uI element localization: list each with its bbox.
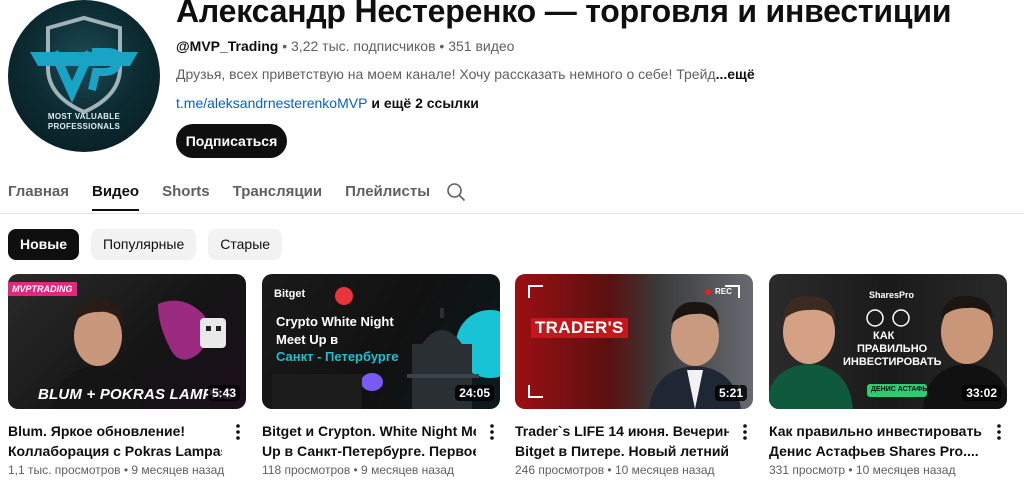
thumb-line3: Санкт - Петербурге (276, 349, 399, 364)
thumb-line1: Crypto White Night (276, 314, 394, 329)
video-card[interactable]: TRADER'S REC 5:21 Trader`s LIFE 14 июня.… (515, 274, 753, 477)
video-card[interactable]: SharesPro КАК ПРАВИЛЬНО ИНВЕСТИРОВАТЬ ДЕ… (769, 274, 1007, 477)
thumb-caption: TRADER'S (531, 318, 628, 338)
video-title-line1: Trader`s LIFE 14 июня. Вечеринка (515, 423, 729, 439)
thumb-line3: ИНВЕСТИРОВАТЬ (843, 356, 942, 368)
channel-links: t.me/aleksandrnesterenkoMVP и ещё 2 ссыл… (176, 95, 479, 111)
video-thumbnail[interactable]: Bitget Crypto White Night Meet Up в Санк… (262, 274, 500, 409)
search-icon[interactable] (446, 182, 466, 202)
channel-handle[interactable]: @MVP_Trading (176, 38, 278, 54)
video-meta: 246 просмотров • 10 месяцев назад (515, 463, 715, 477)
avatar-text-line1: MOST VALUABLE (47, 112, 121, 121)
sort-chips: Новые Популярные Старые (8, 229, 283, 260)
video-title-line1: Как правильно инвестировать? (769, 423, 983, 439)
subscribe-button[interactable]: Подписаться (176, 124, 287, 158)
tab-playlists[interactable]: Плейлисты (345, 175, 430, 211)
video-title[interactable]: Blum. Яркое обновление! Коллаборация с P… (8, 421, 222, 461)
video-title-line1: Bitget и Crypton. White Night Meet (262, 423, 476, 439)
chip-oldest[interactable]: Старые (208, 229, 283, 260)
channel-tabs: Главная Видео Shorts Трансляции Плейлист… (8, 175, 453, 211)
thumb-caption: BLUM + POKRAS LAMPAS (38, 386, 233, 403)
description-more-link[interactable]: ...ещё (716, 66, 755, 82)
video-title[interactable]: Как правильно инвестировать? Денис Астаф… (769, 421, 983, 461)
video-thumbnail[interactable]: MVPTRADING BLUM + POKRAS LAMPAS 5:43 (8, 274, 246, 409)
video-title-line1: Blum. Яркое обновление! (8, 423, 186, 439)
video-title-line2: Коллаборация с Pokras Lampas... (8, 443, 222, 459)
video-title-line2: Денис Астафьев Shares Pro.... (769, 443, 979, 459)
video-duration: 5:21 (714, 385, 747, 401)
tabs-divider (0, 213, 1024, 214)
video-duration: 5:43 (207, 385, 240, 401)
channel-avatar[interactable]: MOST VALUABLE PROFESSIONALS (8, 0, 160, 152)
thumb-line2: Meet Up в (276, 332, 339, 347)
tab-videos[interactable]: Видео (92, 175, 140, 211)
tab-live[interactable]: Трансляции (233, 175, 322, 211)
channel-meta: @MVP_Trading • 3,22 тыс. подписчиков • 3… (176, 38, 514, 54)
video-duration: 33:02 (962, 385, 1001, 401)
chip-popular[interactable]: Популярные (91, 229, 197, 260)
more-vert-icon[interactable] (737, 422, 753, 442)
channel-description[interactable]: Друзья, всех приветствую на моем канале!… (176, 66, 755, 82)
chip-newest[interactable]: Новые (8, 229, 80, 260)
video-card[interactable]: Bitget Crypto White Night Meet Up в Санк… (262, 274, 500, 477)
thumb-line1: КАК (873, 330, 895, 342)
video-meta: 118 просмотров • 9 месяцев назад (262, 463, 454, 477)
channel-title: Александр Нестеренко — торговля и инвест… (176, 0, 952, 29)
thumb-name-badge: ДЕНИС АСТАФЬЕВ (871, 386, 937, 393)
avatar-text-line2: PROFESSIONALS (47, 122, 121, 131)
thumb-rec-label: REC (715, 287, 732, 296)
more-vert-icon[interactable] (230, 422, 246, 442)
more-vert-icon[interactable] (991, 422, 1007, 442)
video-title-line2: Up в Санкт-Петербурге. Первое... (262, 443, 476, 459)
tab-shorts[interactable]: Shorts (162, 175, 210, 211)
video-duration: 24:05 (455, 385, 494, 401)
video-card[interactable]: MVPTRADING BLUM + POKRAS LAMPAS 5:43 Blu… (8, 274, 246, 477)
video-title[interactable]: Bitget и Crypton. White Night Meet Up в … (262, 421, 476, 461)
more-links-link[interactable]: и ещё 2 ссылки (367, 95, 479, 111)
video-meta: 331 просмотр • 10 месяцев назад (769, 463, 956, 477)
tab-home[interactable]: Главная (8, 175, 69, 211)
video-meta: 1,1 тыс. просмотров • 9 месяцев назад (8, 463, 225, 477)
video-thumbnail[interactable]: TRADER'S REC 5:21 (515, 274, 753, 409)
thumb-brand: SharesPro (869, 290, 915, 300)
video-title-line2: Bitget в Питере. Новый летний... (515, 443, 729, 459)
thumb-brand: Bitget (274, 288, 306, 300)
thumb-line2: ПРАВИЛЬНО (857, 343, 928, 355)
video-thumbnail[interactable]: SharesPro КАК ПРАВИЛЬНО ИНВЕСТИРОВАТЬ ДЕ… (769, 274, 1007, 409)
channel-stats: • 3,22 тыс. подписчиков • 351 видео (278, 38, 515, 54)
more-vert-icon[interactable] (484, 422, 500, 442)
video-title[interactable]: Trader`s LIFE 14 июня. Вечеринка Bitget … (515, 421, 729, 461)
description-text: Друзья, всех приветствую на моем канале!… (176, 66, 716, 82)
telegram-link[interactable]: t.me/aleksandrnesterenkoMVP (176, 95, 367, 111)
